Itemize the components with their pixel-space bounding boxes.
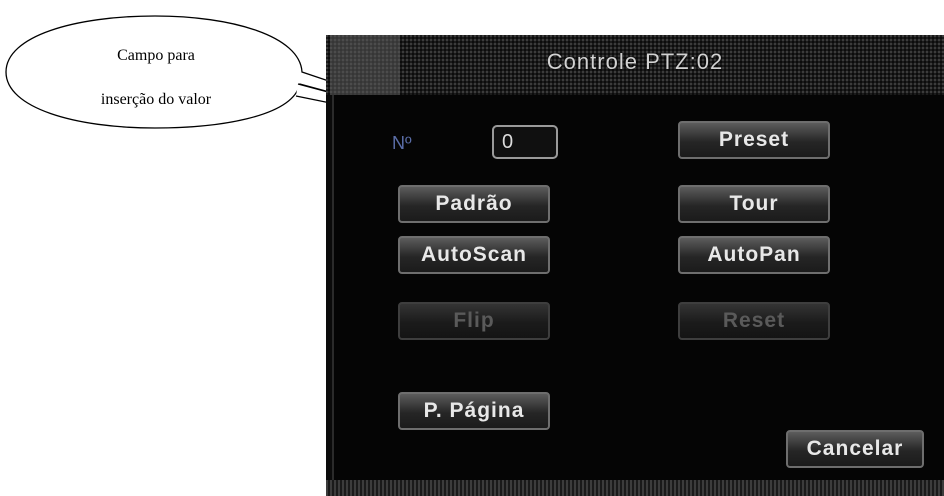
dialog-bottom-bar (326, 480, 944, 496)
flip-button[interactable]: Flip (398, 302, 550, 340)
ptz-control-dialog: Controle PTZ:02 Nº Preset Padrão Tour Au… (326, 35, 944, 496)
padrao-button[interactable]: Padrão (398, 185, 550, 223)
callout-bubble (5, 15, 330, 129)
callout-shape (5, 15, 330, 129)
tour-button[interactable]: Tour (678, 185, 830, 223)
autoscan-button[interactable]: AutoScan (398, 236, 550, 274)
autopan-button[interactable]: AutoPan (678, 236, 830, 274)
number-input[interactable] (492, 125, 558, 159)
callout-text-line1: Campo para (117, 47, 195, 64)
callout-text-line2: inserção do valor (100, 91, 212, 108)
cancel-button[interactable]: Cancelar (786, 430, 924, 468)
dialog-title: Controle PTZ:02 (546, 49, 724, 74)
reset-button[interactable]: Reset (678, 302, 830, 340)
number-label: Nº (392, 133, 412, 153)
next-page-button[interactable]: P. Página (398, 392, 550, 430)
dialog-titlebar: Controle PTZ:02 (326, 35, 944, 95)
preset-button[interactable]: Preset (678, 121, 830, 159)
